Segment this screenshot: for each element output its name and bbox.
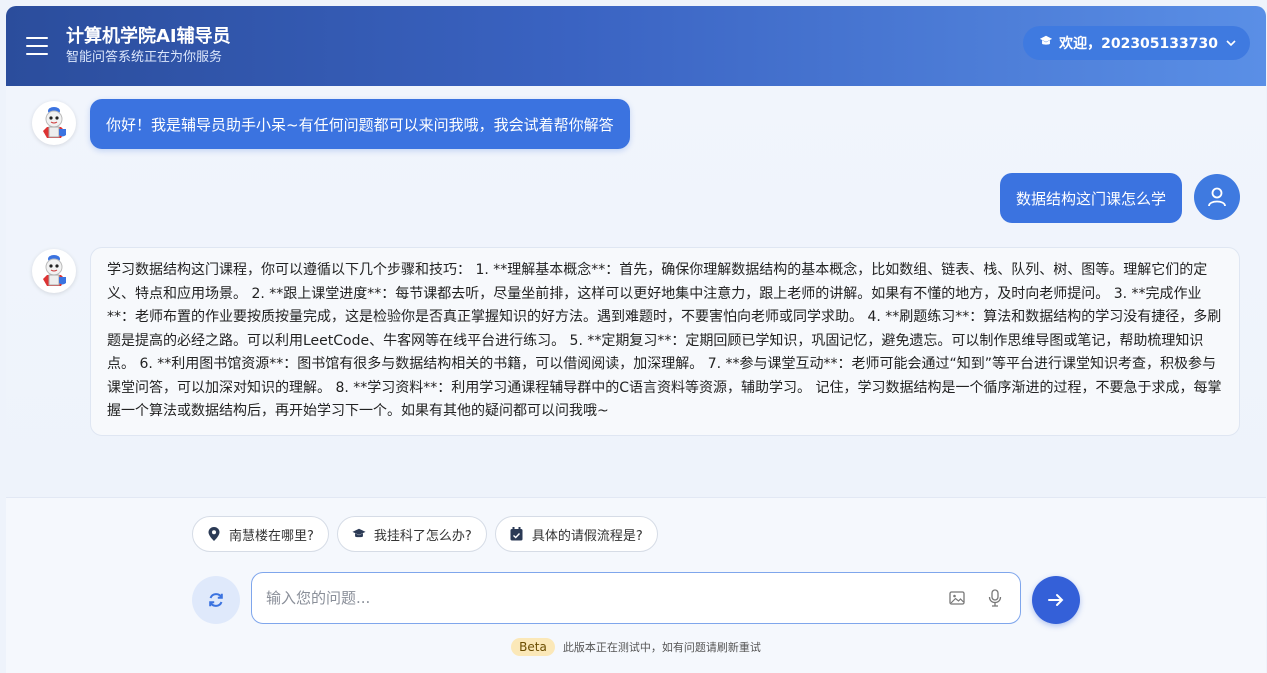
user-menu-button[interactable]: 欢迎，202305133730 (1023, 26, 1250, 60)
image-upload-icon[interactable] (946, 587, 968, 609)
app-title: 计算机学院AI辅导员 (66, 26, 231, 47)
hamburger-icon[interactable] (26, 37, 48, 55)
calendar-check-icon (510, 527, 524, 541)
graduation-cap-icon (1039, 34, 1053, 52)
footer-note: Beta 此版本正在测试中，如有问题请刷新重试 (6, 638, 1266, 656)
bot-message: 你好！我是辅导员助手小呆~有任何问题都可以来问我哦，我会试着帮你解答 (90, 99, 630, 149)
graduation-cap-icon (352, 527, 366, 541)
robot-mascot-icon (43, 255, 66, 286)
beta-badge: Beta (511, 638, 555, 656)
suggestion-chip[interactable]: 具体的请假流程是? (494, 516, 658, 552)
suggestion-label: 具体的请假流程是? (531, 528, 643, 544)
refresh-button[interactable] (192, 576, 240, 624)
suggestion-label: 南慧楼在哪里? (229, 528, 314, 544)
question-input-box[interactable] (251, 572, 1021, 624)
suggestion-chips: 南慧楼在哪里? 我挂科了怎么办? 具体的请假流程是? (192, 516, 658, 552)
bot-avatar (32, 101, 76, 145)
header: 计算机学院AI辅导员 智能问答系统正在为你服务 欢迎，202305133730 (6, 6, 1266, 86)
send-button[interactable] (1032, 576, 1080, 624)
user-welcome-label: 欢迎，202305133730 (1059, 36, 1218, 52)
user-message: 数据结构这门课怎么学 (999, 173, 1182, 223)
title-block: 计算机学院AI辅导员 智能问答系统正在为你服务 (66, 26, 231, 66)
footer-note-text: 此版本正在测试中，如有问题请刷新重试 (562, 641, 761, 654)
chat-history[interactable]: 你好！我是辅导员助手小呆~有任何问题都可以来问我哦，我会试着帮你解答 数据结构这… (6, 86, 1266, 498)
question-input[interactable] (266, 589, 930, 607)
microphone-icon[interactable] (984, 587, 1006, 609)
map-pin-icon (207, 527, 221, 541)
chevron-down-icon (1226, 37, 1236, 50)
suggestion-chip[interactable]: 南慧楼在哪里? (192, 516, 329, 552)
app-subtitle: 智能问答系统正在为你服务 (66, 50, 223, 65)
suggestion-chip[interactable]: 我挂科了怎么办? (336, 516, 487, 552)
arrow-right-icon (1048, 594, 1064, 606)
user-avatar-icon (1194, 174, 1240, 220)
app-window: 计算机学院AI辅导员 智能问答系统正在为你服务 欢迎，202305133730 (6, 6, 1266, 673)
refresh-icon (209, 593, 223, 607)
bot-message: 学习数据结构这门课程，你可以遵循以下几个步骤和技巧： 1. **理解基本概念**… (90, 247, 1240, 436)
robot-mascot-icon (43, 107, 66, 138)
suggestion-label: 我挂科了怎么办? (373, 528, 472, 544)
bot-avatar (32, 249, 76, 293)
